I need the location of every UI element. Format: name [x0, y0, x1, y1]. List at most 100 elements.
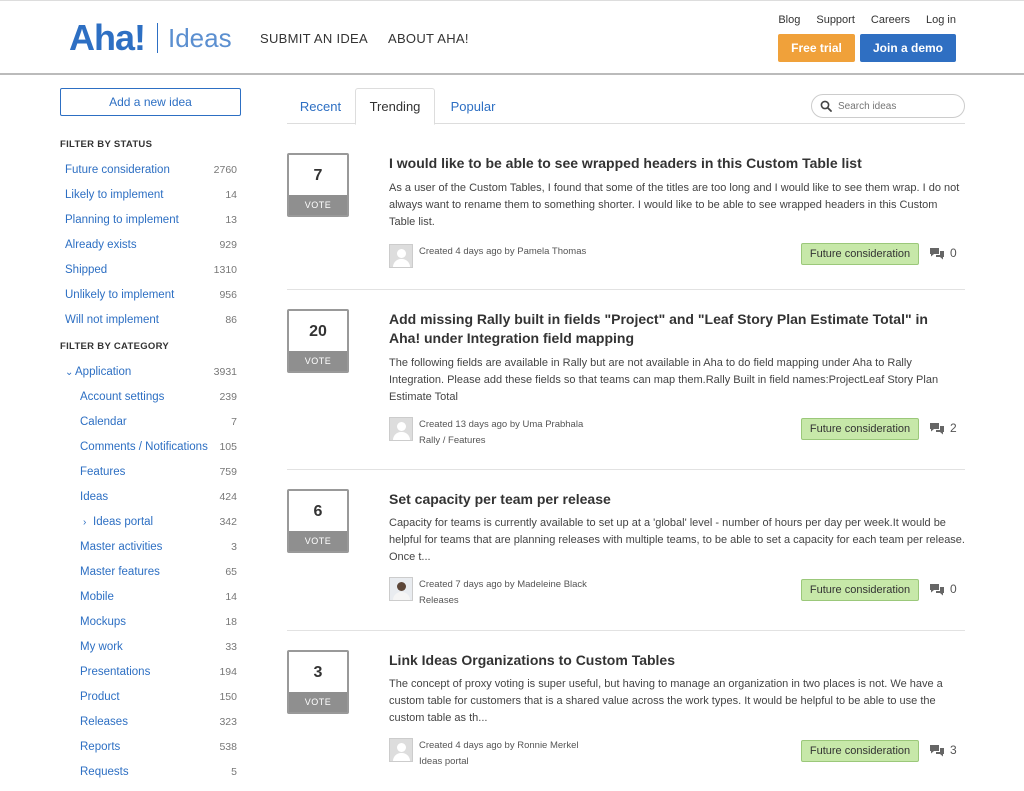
status-label: Will not implement	[65, 313, 159, 326]
idea-title[interactable]: Set capacity per team per release	[389, 490, 959, 509]
category-item[interactable]: Presentations 194	[60, 659, 242, 684]
status-badge: Future consideration	[801, 418, 919, 440]
comment-count-value: 0	[950, 582, 957, 596]
link-careers[interactable]: Careers	[871, 14, 910, 26]
search-box[interactable]	[811, 94, 965, 118]
idea-description: The concept of proxy voting is super use…	[389, 678, 943, 724]
idea-title[interactable]: I would like to be able to see wrapped h…	[389, 154, 959, 173]
comment-count[interactable]: 0	[929, 582, 957, 596]
status-filter-item[interactable]: Shipped 1310	[60, 257, 242, 282]
comment-count-value: 0	[950, 246, 957, 260]
vote-button[interactable]: 6 VOTE	[287, 489, 349, 553]
category-item[interactable]: Mockups 18	[60, 609, 242, 634]
category-item[interactable]: Master activities 3	[60, 534, 242, 559]
idea-created: Created 13 days ago by Uma Prabhala	[419, 419, 584, 430]
category-label: Presentations	[80, 665, 151, 678]
add-new-idea-button[interactable]: Add a new idea	[60, 88, 241, 116]
category-label: Product	[80, 690, 120, 703]
free-trial-button[interactable]: Free trial	[778, 34, 855, 62]
category-count: 323	[219, 715, 237, 728]
category-item[interactable]: Mobile 14	[60, 584, 242, 609]
category-label: Ideas portal	[93, 515, 154, 528]
comment-count-value: 2	[950, 421, 957, 435]
category-label: Requests	[80, 765, 129, 778]
category-item[interactable]: Product 150	[60, 684, 242, 709]
idea-card: 6 VOTE Set capacity per team per release…	[287, 470, 965, 631]
status-filter-item[interactable]: Will not implement 86	[60, 307, 242, 332]
logo-divider	[157, 23, 158, 53]
tab-recent[interactable]: Recent	[287, 88, 354, 124]
nav-submit-idea[interactable]: SUBMIT AN IDEA	[260, 31, 368, 46]
status-filter-list: Future consideration 2760 Likely to imple…	[60, 157, 242, 332]
category-item[interactable]: Account settings 239	[60, 384, 242, 409]
link-log-in[interactable]: Log in	[926, 14, 956, 26]
comments-icon	[930, 744, 944, 756]
category-item[interactable]: Releases 323	[60, 709, 242, 734]
status-filter-item[interactable]: Planning to implement 13	[60, 207, 242, 232]
vote-button[interactable]: 3 VOTE	[287, 650, 349, 714]
status-filter-item[interactable]: Future consideration 2760	[60, 157, 242, 182]
category-label: Reports	[80, 740, 121, 753]
idea-description: The following fields are available in Ra…	[389, 357, 939, 403]
category-count: 65	[225, 565, 237, 578]
category-item[interactable]: Features 759	[60, 459, 242, 484]
category-item[interactable]: Requests 5	[60, 759, 242, 784]
main-nav: SUBMIT AN IDEA ABOUT AHA!	[260, 31, 469, 46]
category-item[interactable]: Ideas 424	[60, 484, 242, 509]
status-label: Planning to implement	[65, 213, 179, 226]
vote-button[interactable]: 7 VOTE	[287, 153, 349, 217]
idea-description: Capacity for teams is currently availabl…	[389, 517, 965, 563]
category-count: 5	[231, 765, 237, 778]
status-filter-item[interactable]: Likely to implement 14	[60, 182, 242, 207]
category-count: 14	[225, 590, 237, 603]
idea-title[interactable]: Add missing Rally built in fields "Proje…	[389, 310, 959, 348]
status-filter-item[interactable]: Already exists 929	[60, 232, 242, 257]
comments-icon	[930, 583, 944, 595]
aha-ideas-logo[interactable]: Aha! Ideas	[69, 17, 232, 59]
category-filter-list: ⌄ Application 3931 Account settings 239 Cal…	[60, 359, 242, 784]
comment-count[interactable]: 2	[929, 421, 957, 435]
chevron-down-icon[interactable]: ⌄	[65, 367, 75, 378]
idea-description: As a user of the Custom Tables, I found …	[389, 182, 960, 228]
category-item[interactable]: Master features 65	[60, 559, 242, 584]
idea-category: Rally / Features	[419, 435, 486, 446]
vote-button[interactable]: 20 VOTE	[287, 309, 349, 373]
category-label: Comments / Notifications	[80, 440, 208, 453]
category-item[interactable]: My work 33	[60, 634, 242, 659]
search-input[interactable]	[838, 100, 958, 112]
category-item-ideas-portal[interactable]: › Ideas portal 342	[60, 509, 242, 534]
vote-label: VOTE	[289, 195, 347, 215]
avatar	[389, 738, 413, 762]
join-demo-button[interactable]: Join a demo	[860, 34, 956, 62]
search-icon	[820, 100, 832, 112]
nav-about-aha[interactable]: ABOUT AHA!	[388, 31, 469, 46]
category-count: 105	[219, 440, 237, 453]
status-count: 929	[219, 238, 237, 251]
tab-popular[interactable]: Popular	[437, 88, 509, 124]
status-count: 1310	[213, 263, 237, 276]
vote-count: 20	[309, 323, 327, 340]
category-item-application[interactable]: ⌄ Application 3931	[60, 359, 242, 384]
idea-title[interactable]: Link Ideas Organizations to Custom Table…	[389, 651, 959, 670]
status-filter-item[interactable]: Unlikely to implement 956	[60, 282, 242, 307]
category-item[interactable]: Reports 538	[60, 734, 242, 759]
category-count: 3	[231, 540, 237, 553]
category-label: Application	[75, 365, 132, 378]
category-label: Master activities	[80, 540, 163, 553]
comment-count[interactable]: 3	[929, 743, 957, 757]
chevron-right-icon[interactable]: ›	[83, 517, 93, 528]
status-count: 13	[225, 213, 237, 226]
avatar	[389, 417, 413, 441]
avatar	[389, 577, 413, 601]
link-blog[interactable]: Blog	[778, 14, 800, 26]
category-label: Mockups	[80, 615, 127, 628]
tab-trending[interactable]: Trending	[355, 88, 435, 125]
status-label: Future consideration	[65, 163, 170, 176]
category-label: Releases	[80, 715, 128, 728]
category-item[interactable]: Comments / Notifications 105	[60, 434, 242, 459]
comment-count[interactable]: 0	[929, 246, 957, 260]
category-count: 424	[219, 490, 237, 503]
category-item[interactable]: Calendar 7	[60, 409, 242, 434]
vote-label: VOTE	[289, 531, 347, 551]
link-support[interactable]: Support	[816, 14, 855, 26]
